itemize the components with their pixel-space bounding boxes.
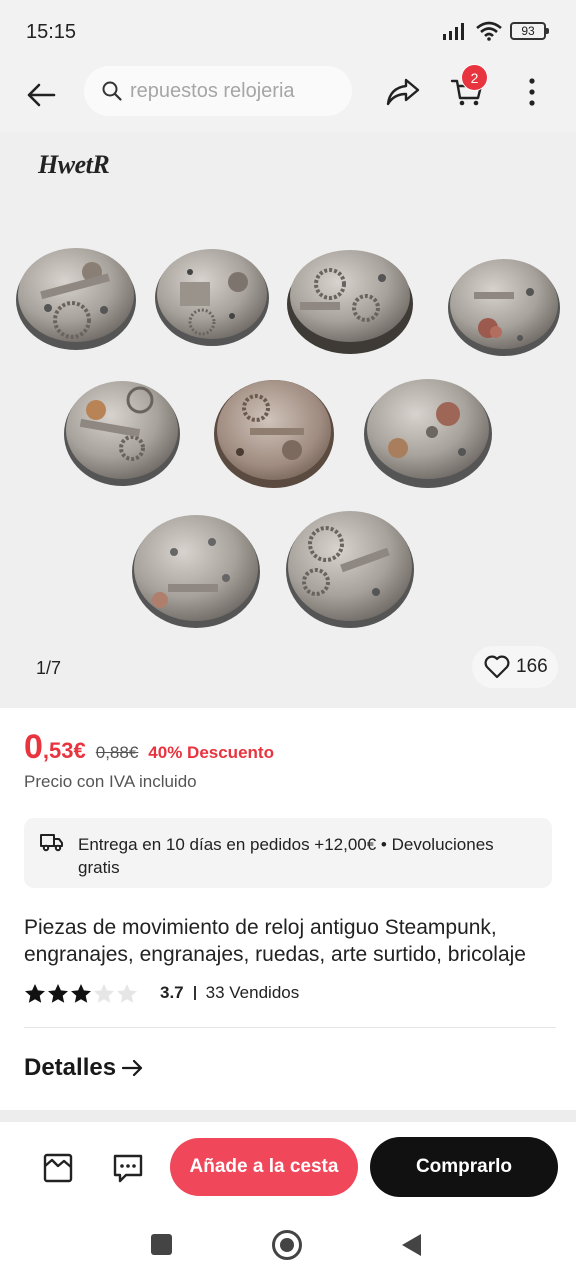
cart-count-badge: 2 [461, 64, 488, 91]
divider [24, 1027, 556, 1028]
separator [193, 986, 196, 1000]
battery-level: 93 [521, 24, 535, 38]
store-button[interactable] [38, 1148, 78, 1188]
original-price: 0,88€ [95, 743, 139, 762]
price-decimals: ,53€ [42, 738, 86, 763]
status-icons: 93 [442, 21, 549, 41]
buy-now-button[interactable]: Comprarlo [370, 1137, 558, 1197]
wifi-icon [476, 21, 502, 41]
search-icon [102, 81, 122, 101]
price-integer: 0 [24, 728, 43, 766]
product-title: Piezas de movimiento de reloj antiguo St… [24, 916, 526, 966]
details-link[interactable]: Detalles [24, 1054, 144, 1082]
message-button[interactable] [108, 1148, 148, 1188]
watch-movement [16, 248, 136, 350]
details-label: Detalles [24, 1054, 117, 1081]
watch-movement [214, 380, 334, 488]
star-filled-icon [71, 983, 91, 1003]
current-price: 0,53€ [24, 728, 86, 767]
truck-icon [40, 834, 63, 852]
image-counter: 1/7 [36, 658, 62, 678]
arrow-right-icon [122, 1059, 143, 1077]
add-to-cart-button[interactable]: Añade a la cesta [170, 1138, 358, 1196]
chat-icon [113, 1154, 143, 1183]
watch-movement [132, 515, 260, 628]
recent-apps-button[interactable] [151, 1234, 172, 1255]
delivery-text: Entrega en 10 días en pedidos +12,00€ • … [78, 835, 494, 877]
product-image-gallery[interactable]: HwetR 1/7 166 [0, 132, 576, 708]
product-image [16, 248, 560, 628]
watch-movement [448, 259, 560, 356]
rating-row[interactable]: 3.7 33 Vendidos [24, 981, 299, 1005]
watch-movement [364, 379, 492, 488]
star-empty-icon [117, 983, 137, 1003]
share-icon [386, 78, 420, 106]
signal-icon [443, 23, 464, 40]
watch-movement [286, 511, 414, 628]
store-icon [43, 1153, 73, 1183]
sold-count: 33 Vendidos [205, 983, 300, 1002]
heart-icon [484, 655, 510, 679]
status-bar: 15:15 93 [0, 0, 576, 62]
battery-indicator: 93 [510, 22, 549, 40]
delivery-info[interactable]: Entrega en 10 días en pedidos +12,00€ • … [24, 818, 552, 888]
bottom-action-bar: Añade a la cesta Comprarlo [0, 1122, 576, 1214]
star-rating [24, 983, 138, 1004]
watch-movement [64, 381, 180, 486]
top-bar: 2 [0, 62, 576, 132]
tax-note: Precio con IVA incluido [24, 772, 197, 791]
section-separator [0, 1110, 576, 1122]
star-empty-icon [94, 983, 114, 1003]
back-button[interactable] [20, 74, 62, 116]
favorite-count: 166 [516, 656, 548, 677]
discount-label: 40% Descuento [148, 743, 274, 762]
cart-button[interactable]: 2 [444, 64, 490, 114]
home-button[interactable] [272, 1230, 302, 1260]
price-row: 0,53€ 0,88€ 40% Descuento [24, 728, 274, 767]
system-back-button[interactable] [402, 1234, 421, 1256]
share-button[interactable] [380, 72, 426, 112]
watch-movement [287, 250, 413, 354]
more-vertical-icon [529, 78, 535, 106]
favorite-button[interactable]: 166 [472, 646, 558, 688]
star-filled-icon [25, 983, 45, 1003]
status-time: 15:15 [26, 21, 77, 43]
system-nav-bar [0, 1214, 576, 1280]
rating-value: 3.7 [160, 983, 184, 1002]
back-arrow-icon [27, 83, 56, 107]
more-options-button[interactable] [514, 72, 550, 112]
watch-movement [155, 249, 269, 346]
star-filled-icon [48, 983, 68, 1003]
search-input[interactable] [130, 79, 340, 103]
search-box[interactable] [84, 66, 352, 116]
